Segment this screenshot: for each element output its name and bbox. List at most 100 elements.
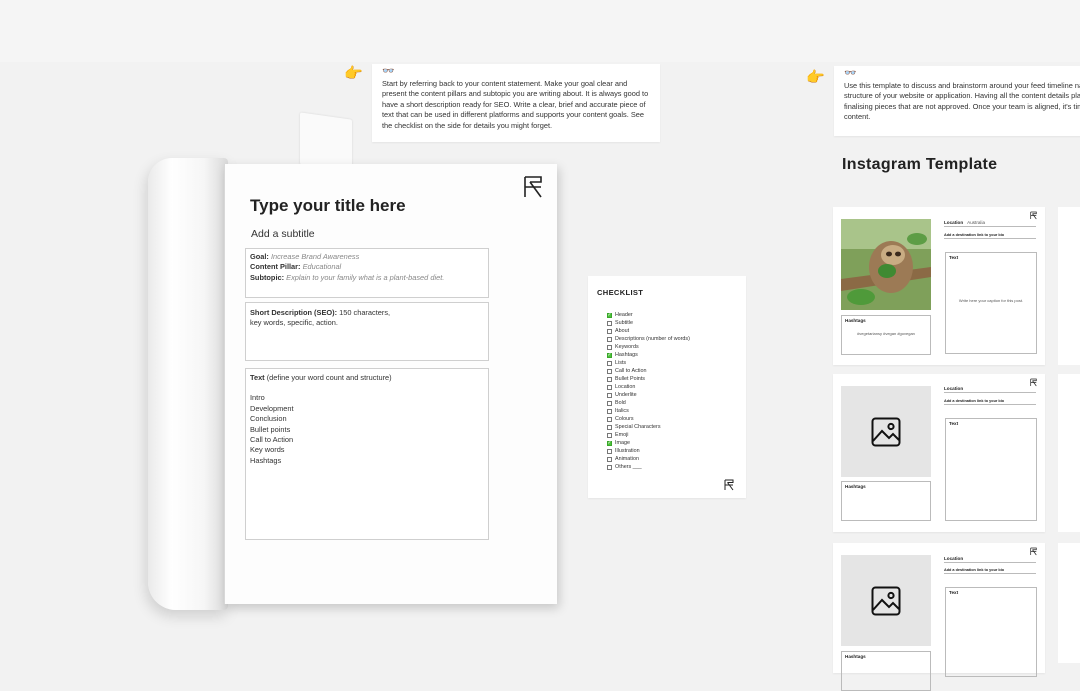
- location-field[interactable]: Location: [944, 556, 1036, 563]
- location-label: Location: [944, 386, 964, 391]
- short-description-box[interactable]: Short Description (SEO): 150 characters,…: [245, 302, 489, 361]
- checklist-item[interactable]: Emoji: [607, 431, 690, 439]
- checklist-item[interactable]: Others ___: [607, 463, 690, 471]
- checkbox[interactable]: [607, 328, 612, 334]
- checkbox[interactable]: [607, 360, 612, 366]
- checklist-item[interactable]: Italics: [607, 407, 690, 415]
- destination-link-field[interactable]: Add a destination link to your bio: [944, 399, 1036, 405]
- subtopic-label: Subtopic:: [250, 272, 285, 282]
- checked-checkbox[interactable]: ✓: [607, 312, 612, 318]
- checklist-item[interactable]: Descriptions (number of words): [607, 335, 690, 343]
- sloth-photo[interactable]: [841, 219, 931, 310]
- checked-checkbox[interactable]: ✓: [607, 352, 612, 358]
- structure-item: Development: [250, 403, 294, 413]
- hashtags-label: Hashtags: [845, 654, 866, 659]
- canvas-header-area: [0, 0, 1080, 62]
- checkbox[interactable]: [607, 336, 612, 342]
- instagram-post-card[interactable]: Hashtags #vegetariansy #vegan #govegan L…: [833, 207, 1045, 365]
- checklist-item[interactable]: ✓ Image: [607, 439, 690, 447]
- checkbox[interactable]: [607, 448, 612, 454]
- instruction-note[interactable]: 👓 Start by referring back to your conten…: [372, 64, 660, 142]
- checklist-item[interactable]: About: [607, 327, 690, 335]
- brand-logo-icon: [524, 176, 542, 198]
- checklist-panel[interactable]: CHECKLIST ✓ Header Subtitle About Descriptio…: [588, 276, 746, 498]
- checklist-item-label: Animation: [615, 456, 639, 462]
- checkbox[interactable]: [607, 384, 612, 390]
- checklist-item[interactable]: Subtitle: [607, 319, 690, 327]
- goal-value: Increase Brand Awareness: [270, 252, 360, 261]
- location-label: Location: [944, 220, 964, 225]
- checkbox[interactable]: [607, 432, 612, 438]
- checkbox[interactable]: [607, 464, 612, 470]
- hashtags-box[interactable]: Hashtags: [841, 481, 931, 521]
- text-structure-box[interactable]: Text (define your word count and structu…: [245, 368, 489, 540]
- checklist-item[interactable]: Bold: [607, 399, 690, 407]
- page-subtitle[interactable]: Add a subtitle: [251, 228, 315, 240]
- structure-item: Hashtags: [250, 455, 282, 465]
- hashtags-box[interactable]: Hashtags: [841, 651, 931, 691]
- checkbox[interactable]: [607, 376, 612, 382]
- checklist-item[interactable]: Colours: [607, 415, 690, 423]
- instagram-post-card[interactable]: Hashtags Location Add a destination link…: [833, 543, 1045, 691]
- destination-link-field[interactable]: Add a destination link to your bio: [944, 233, 1036, 239]
- checkbox[interactable]: [607, 368, 612, 374]
- checkbox[interactable]: [607, 456, 612, 462]
- checklist-item[interactable]: Special Characters: [607, 423, 690, 431]
- structure-item: Call to Action: [250, 435, 294, 445]
- checklist-item-label: Emoji: [615, 432, 629, 438]
- checked-checkbox[interactable]: ✓: [607, 440, 612, 446]
- glasses-icon: 👓: [844, 68, 857, 79]
- instagram-instruction-note[interactable]: 👓 Use this template to discuss and brain…: [834, 66, 1080, 136]
- image-placeholder[interactable]: [841, 386, 931, 477]
- text-label: Text: [949, 421, 959, 426]
- caption-box[interactable]: Text: [945, 587, 1037, 677]
- checklist-item-label: Others ___: [615, 464, 642, 470]
- checklist-item[interactable]: ✓ Header: [607, 311, 690, 319]
- short-desc-value-2: key words, specific, action.: [250, 318, 338, 328]
- caption-box[interactable]: Text: [945, 418, 1037, 521]
- checkbox[interactable]: [607, 424, 612, 430]
- checklist-item[interactable]: Underlite: [607, 391, 690, 399]
- instagram-post-card[interactable]: Hashtags Location Add a destination link…: [833, 374, 1045, 532]
- checklist-item[interactable]: Keywords: [607, 343, 690, 351]
- checklist-item-label: Call to Action: [615, 368, 647, 374]
- image-placeholder[interactable]: [841, 555, 931, 646]
- checklist-item-label: Italics: [615, 408, 629, 414]
- checklist-item[interactable]: Animation: [607, 455, 690, 463]
- checklist-item[interactable]: Call to Action: [607, 367, 690, 375]
- sloth-image: [841, 219, 931, 310]
- checklist-title: CHECKLIST: [597, 288, 644, 297]
- checklist-item[interactable]: Illustration: [607, 447, 690, 455]
- hashtags-label: Hashtags: [845, 318, 866, 323]
- destination-link-field[interactable]: Add a destination link to your bio: [944, 568, 1036, 574]
- hashtags-box[interactable]: Hashtags #vegetariansy #vegan #govegan: [841, 315, 931, 355]
- checkbox[interactable]: [607, 320, 612, 326]
- checklist-item-label: Keywords: [615, 344, 639, 350]
- checklist-item[interactable]: Bullet Points: [607, 375, 690, 383]
- location-field[interactable]: Location Australia: [944, 220, 1036, 227]
- book-left-page: [148, 158, 228, 610]
- hashtags-value: #vegetariansy #vegan #govegan: [857, 331, 915, 336]
- checkbox[interactable]: [607, 416, 612, 422]
- caption-box[interactable]: Text Write here your caption for this po…: [945, 252, 1037, 354]
- glasses-icon: 👓: [382, 66, 395, 77]
- image-icon: [871, 586, 901, 616]
- structure-item: Key words: [250, 445, 285, 455]
- checklist-item-label: Location: [615, 384, 636, 390]
- goal-label: Goal:: [250, 252, 269, 261]
- checklist-item[interactable]: Location: [607, 383, 690, 391]
- checklist-item[interactable]: Lists: [607, 359, 690, 367]
- checkbox[interactable]: [607, 392, 612, 398]
- checklist-item[interactable]: ✓ Hashtags: [607, 351, 690, 359]
- brand-logo-icon: [724, 479, 734, 491]
- location-field[interactable]: Location: [944, 386, 1036, 393]
- checkbox[interactable]: [607, 344, 612, 350]
- checklist-item-label: Image: [615, 440, 630, 446]
- page-title[interactable]: Type your title here: [250, 196, 406, 216]
- document-page[interactable]: Type your title here Add a subtitle Goal…: [224, 164, 557, 604]
- goal-fields-box[interactable]: Goal: Increase Brand Awareness Content P…: [245, 248, 489, 298]
- checkbox[interactable]: [607, 400, 612, 406]
- checklist-item-label: Colours: [615, 416, 634, 422]
- checkbox[interactable]: [607, 408, 612, 414]
- text-label: Text: [250, 373, 265, 382]
